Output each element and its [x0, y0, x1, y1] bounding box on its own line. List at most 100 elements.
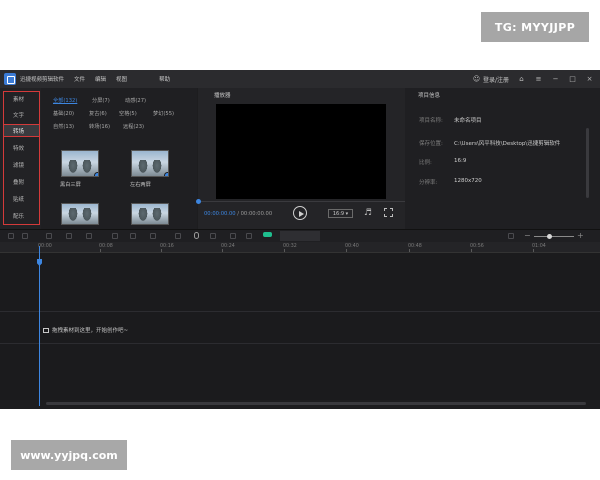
transition-thumb[interactable] — [61, 203, 99, 225]
sidebar-active-frame — [3, 124, 40, 137]
filter-dreamy[interactable]: 梦幻(55) — [153, 110, 174, 117]
home-icon[interactable]: ⌂ — [517, 75, 526, 84]
add-badge-icon[interactable] — [94, 172, 98, 176]
playhead[interactable] — [39, 246, 40, 406]
filter-transition[interactable]: 转场(16) — [89, 123, 110, 130]
crop-icon[interactable] — [86, 233, 92, 239]
minimize-icon[interactable]: − — [551, 75, 560, 84]
transition-thumb[interactable] — [61, 150, 99, 177]
assets-panel: 全部(132) 分屏(7) 动感(27) 基础(20) 复古(6) 空格(5) … — [41, 88, 236, 229]
detach-audio-icon[interactable] — [210, 233, 216, 239]
menu-icon[interactable]: ≡ — [534, 75, 543, 84]
info-scrollbar[interactable] — [586, 128, 589, 198]
info-label-resolution: 分辨率: — [419, 180, 438, 186]
timeline-field[interactable] — [280, 231, 320, 241]
login-register-link[interactable]: 登录/注册 — [483, 75, 509, 84]
project-info-panel: 项目信息 项目名称: 未命名项目 保存位置: C:\Users\风平科技\Des… — [405, 88, 600, 229]
menu-view[interactable]: 视图 — [116, 75, 127, 83]
filter-basic[interactable]: 基础(20) — [53, 110, 74, 117]
player-panel: 播放器 00:00:00.00 / 00:00:00.00 16:9 ▾ ♬ — [196, 88, 405, 229]
title-bar-controls: ☺ 登录/注册 ⌂ ≡ − □ × — [472, 70, 594, 88]
filter-nature[interactable]: 自然(13) — [53, 123, 74, 130]
player-title: 播放器 — [214, 93, 231, 99]
sidebar-item-music[interactable]: 配乐 — [4, 210, 39, 222]
timeline-scrollbar[interactable] — [46, 402, 586, 405]
maximize-icon[interactable]: □ — [568, 75, 577, 84]
transition-thumb[interactable] — [131, 203, 169, 225]
video-preview — [216, 104, 386, 199]
time-readout: 00:00:00.00 / 00:00:00.00 — [204, 211, 273, 217]
subtitle-icon[interactable] — [246, 233, 252, 239]
ruler-tick: 00:00 — [38, 244, 52, 249]
freeze-icon[interactable] — [175, 233, 181, 239]
speed-icon[interactable] — [112, 233, 118, 239]
fit-icon[interactable] — [508, 233, 514, 239]
undo-icon[interactable] — [8, 233, 14, 239]
play-button[interactable] — [293, 206, 307, 220]
zoom-in-icon[interactable]: + — [577, 231, 584, 240]
delete-icon[interactable] — [46, 233, 52, 239]
filter-remote[interactable]: 远程(23) — [123, 123, 144, 130]
aspect-ratio-select[interactable]: 16:9 ▾ — [328, 209, 353, 218]
ruler-tick: 01:04 — [532, 244, 546, 249]
ruler-tick: 00:08 — [99, 244, 113, 249]
filter-split[interactable]: 分屏(7) — [92, 97, 110, 104]
user-icon[interactable]: ☺ — [472, 75, 481, 84]
sidebar-item-overlay[interactable]: 叠附 — [4, 176, 39, 188]
ruler-tick: 00:56 — [470, 244, 484, 249]
filter-space[interactable]: 空格(5) — [119, 110, 137, 117]
track-divider — [0, 343, 600, 344]
video-editor-window: 迅捷视频剪辑软件 文件 编辑 视图 帮助 ☺ 登录/注册 ⌂ ≡ − □ × 素… — [0, 70, 600, 409]
thumb-label: 左右两屏 — [130, 182, 151, 188]
zoom-slider[interactable] — [534, 236, 574, 237]
transition-thumb[interactable] — [131, 150, 169, 177]
add-badge-icon[interactable] — [164, 172, 168, 176]
ruler-tick: 00:32 — [283, 244, 297, 249]
record-icon[interactable] — [230, 233, 236, 239]
fullscreen-icon[interactable] — [384, 208, 393, 217]
timeline-ruler[interactable]: 00:00 00:08 00:16 00:24 00:32 00:40 00:4… — [0, 242, 600, 253]
category-sidebar: 素材 文字 转场 特效 滤镜 叠附 贴纸 配乐 — [0, 88, 41, 229]
menu-file[interactable]: 文件 — [74, 75, 85, 83]
filter-retro[interactable]: 复古(6) — [89, 110, 107, 117]
ruler-tick: 00:48 — [408, 244, 422, 249]
sidebar-item-material[interactable]: 素材 — [4, 93, 39, 105]
sidebar-item-stickers[interactable]: 贴纸 — [4, 193, 39, 205]
zoom-out-icon[interactable]: − — [524, 231, 531, 240]
timeline-hint-text: 拖拽素材到这里，开始创作吧~ — [52, 328, 129, 334]
thumb-label: 黑白三屏 — [60, 182, 81, 188]
split-icon[interactable] — [66, 233, 72, 239]
info-label-ratio: 比例: — [419, 160, 432, 166]
ruler-tick: 00:40 — [345, 244, 359, 249]
close-icon[interactable]: × — [585, 75, 594, 84]
info-label-location: 保存位置: — [419, 141, 443, 147]
ruler-tick: 00:16 — [160, 244, 174, 249]
zoom-slider-handle[interactable] — [547, 234, 552, 239]
sidebar-item-text[interactable]: 文字 — [4, 109, 39, 121]
title-bar: 迅捷视频剪辑软件 文件 编辑 视图 帮助 ☺ 登录/注册 ⌂ ≡ − □ × — [0, 70, 600, 88]
watermark-bottom: www.yyjpq.com — [11, 440, 127, 470]
player-progress-track[interactable] — [198, 201, 405, 202]
watermark-top: TG: MYYJJPP — [481, 12, 589, 42]
redo-icon[interactable] — [22, 233, 28, 239]
rotate-icon[interactable] — [130, 233, 136, 239]
menu-edit[interactable]: 编辑 — [95, 75, 106, 83]
timeline-drop-hint: 拖拽素材到这里，开始创作吧~ — [43, 326, 128, 334]
app-logo-icon — [4, 73, 16, 85]
info-value-name: 未命名项目 — [454, 118, 482, 124]
microphone-icon[interactable] — [194, 232, 199, 239]
sidebar-item-effects[interactable]: 特效 — [4, 142, 39, 154]
project-info-title: 项目信息 — [418, 93, 441, 99]
player-progress-handle[interactable] — [196, 199, 201, 204]
timeline-toggle[interactable] — [263, 232, 272, 237]
filter-all[interactable]: 全部(132) — [53, 97, 77, 104]
menu-help[interactable]: 帮助 — [159, 75, 170, 83]
info-value-resolution: 1280x720 — [454, 178, 482, 184]
app-name: 迅捷视频剪辑软件 — [20, 77, 65, 83]
ruler-tick: 00:24 — [221, 244, 235, 249]
mosaic-icon[interactable] — [150, 233, 156, 239]
volume-icon[interactable]: ♬ — [364, 208, 372, 218]
filter-dynamic[interactable]: 动感(27) — [125, 97, 146, 104]
info-value-ratio: 16:9 — [454, 158, 467, 164]
sidebar-item-filters[interactable]: 滤镜 — [4, 159, 39, 171]
